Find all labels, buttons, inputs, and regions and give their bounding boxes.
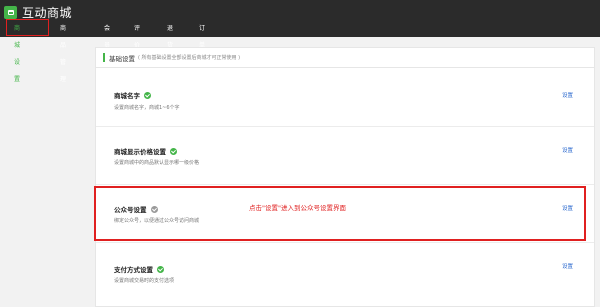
setting-title: 支付方式设置 <box>114 264 164 274</box>
setting-row-payment: 支付方式设置 设置商城交易时的支付选项 设置 <box>96 242 594 306</box>
basic-settings-panel: 基础设置 ( 所有基础设置全部设置后商城才可正常使用 ) 商城名字 设置商城名字… <box>95 47 595 307</box>
nav-item-orders[interactable]: 订单 <box>199 20 205 49</box>
brand: 互动商城 <box>4 4 72 20</box>
setting-title: 商城显示价格设置 <box>114 146 177 156</box>
payment-set-link[interactable]: 设置 <box>562 262 573 270</box>
header-accent-bar <box>103 53 105 62</box>
setting-description: 设置商城交易时的支付选项 <box>114 278 175 284</box>
app-title: 互动商城 <box>22 5 73 20</box>
price-display-set-link[interactable]: 设置 <box>562 146 573 154</box>
check-icon <box>157 265 164 273</box>
nav-item-product-management[interactable]: 商品管理 <box>60 20 66 83</box>
panel-header: 基础设置 ( 所有基础设置全部设置后商城才可正常使用 ) <box>96 48 594 68</box>
panel-hint: ( 所有基础设置全部设置后商城才可正常使用 ) <box>138 55 241 61</box>
check-icon <box>170 147 177 155</box>
check-icon <box>144 91 151 99</box>
setting-title: 商城名字 <box>114 90 151 100</box>
shop-logo-icon <box>4 5 17 19</box>
setting-row-shop-name: 商城名字 设置商城名字，商城1~6个字 设置 <box>96 68 594 127</box>
nav-item-reviews[interactable]: 评价 <box>134 20 140 49</box>
active-nav-highlight <box>6 19 49 36</box>
setting-description: 设置商城中的商品默认显示哪一级价格 <box>114 160 200 166</box>
panel-title: 基础设置 <box>109 54 135 63</box>
annotation-text: 点击"设置"进入到公众号设置界面 <box>249 204 346 212</box>
top-bar: 互动商城 商城设置 商品管理 会员 评价 退货 订单 <box>0 0 600 83</box>
setting-description: 设置商城名字，商城1~6个字 <box>114 105 180 111</box>
nav-item-returns[interactable]: 退货 <box>167 20 173 49</box>
shop-name-set-link[interactable]: 设置 <box>562 91 573 99</box>
annotation-highlight-box <box>94 186 586 241</box>
nav-item-members[interactable]: 会员 <box>104 20 110 49</box>
setting-row-price-display: 商城显示价格设置 设置商城中的商品默认显示哪一级价格 设置 <box>96 126 594 185</box>
